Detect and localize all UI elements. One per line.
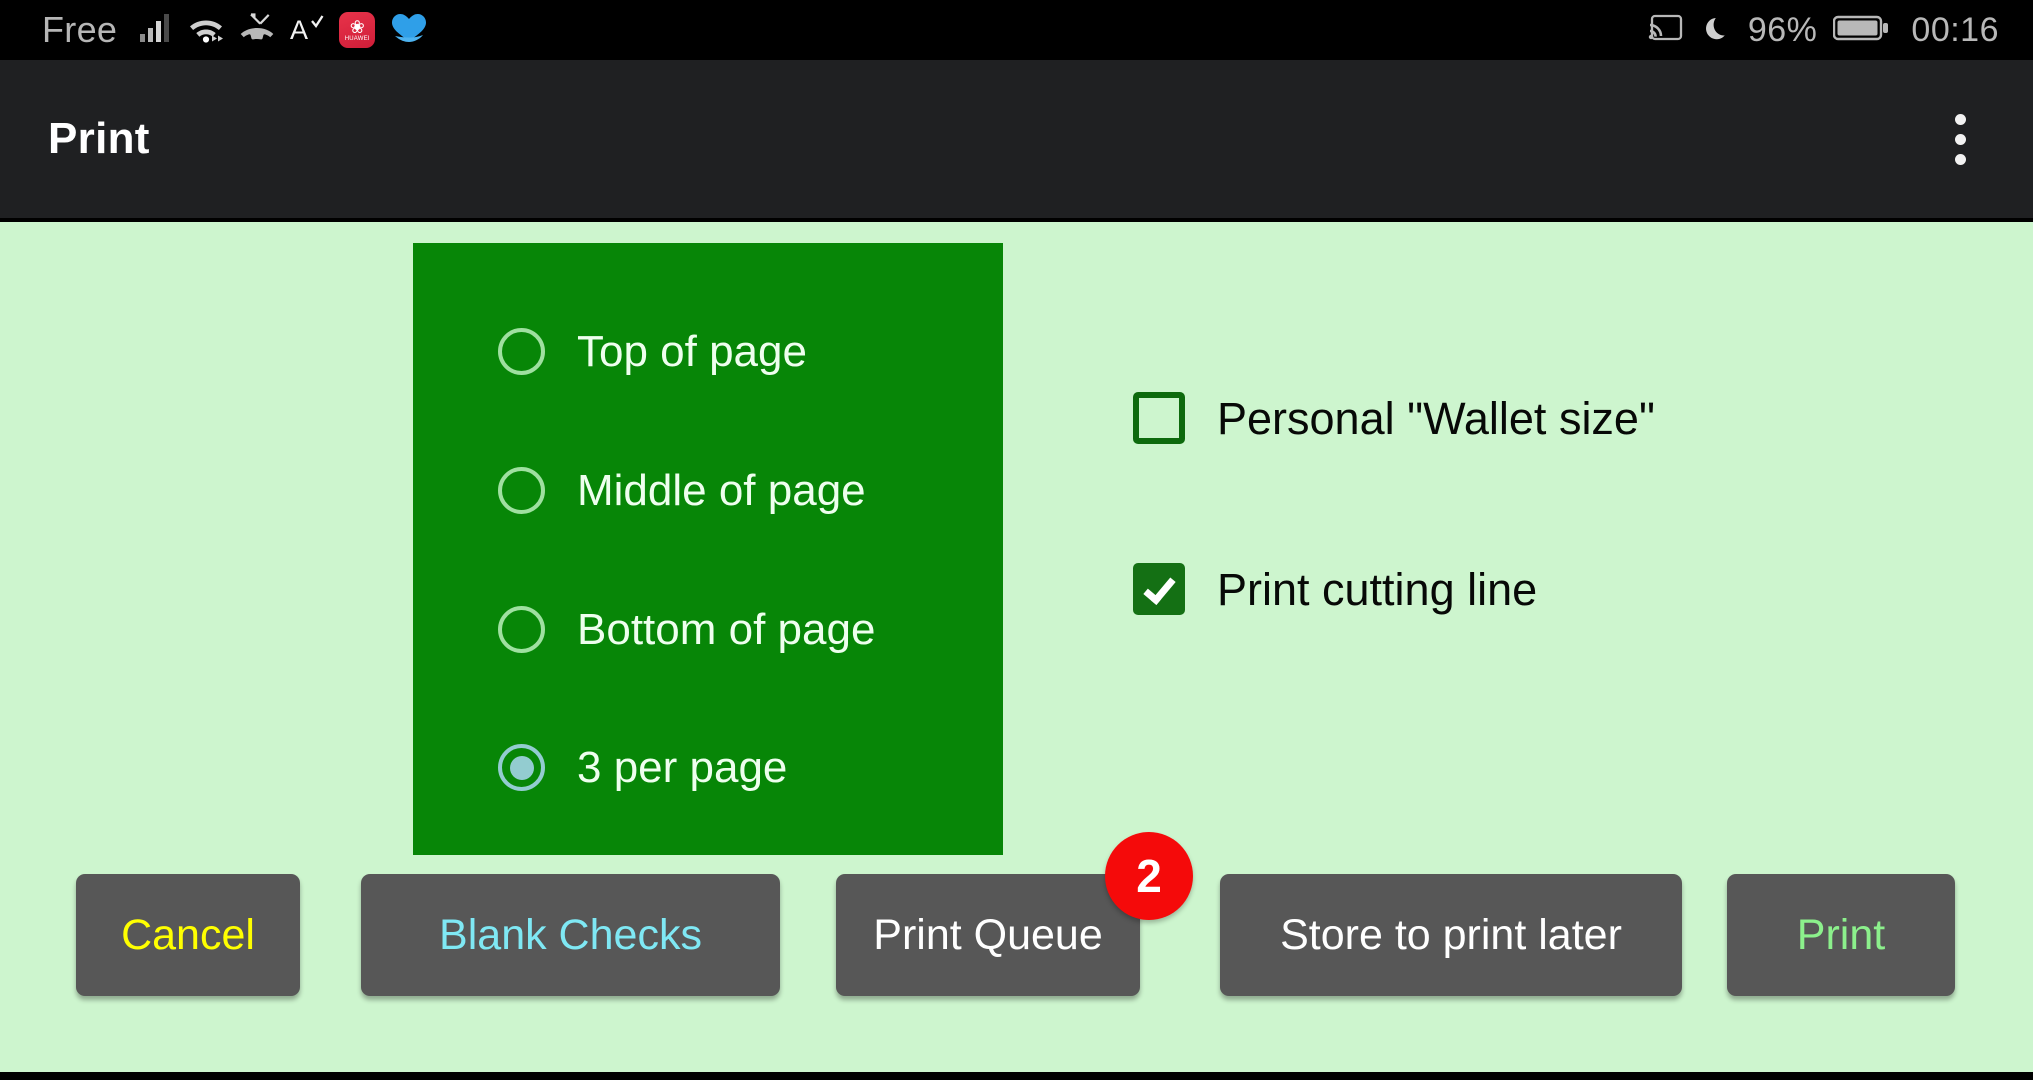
status-bar: Free A ❀ HUAWEI 96% 00:16 (0, 0, 2033, 60)
carrier-label: Free (42, 9, 118, 50)
checkbox-checked-icon (1133, 563, 1185, 615)
radio-option-middle-of-page[interactable]: Middle of page (498, 467, 866, 514)
huawei-app-icon: ❀ HUAWEI (339, 12, 376, 48)
overflow-dot (1954, 153, 1966, 165)
huawei-flower-mark: ❀ (349, 17, 365, 37)
placement-radio-group: Top of page Middle of page Bottom of pag… (413, 243, 1003, 855)
radio-label: Top of page (577, 326, 807, 376)
do-not-disturb-moon-icon (1700, 12, 1732, 49)
phone-screen: Free A ❀ HUAWEI 96% 00:16 Print Top of p… (0, 0, 2033, 1080)
status-bar-left-group: Free A ❀ HUAWEI (42, 12, 429, 49)
store-to-print-later-button[interactable]: Store to print later (1220, 874, 1682, 996)
print-queue-count-badge: 2 (1105, 832, 1193, 920)
radio-option-top-of-page[interactable]: Top of page (498, 328, 807, 375)
signal-bars-icon (139, 13, 173, 48)
checkbox-personal-wallet-size[interactable]: Personal "Wallet size" (1133, 392, 1655, 444)
app-bar: Print (0, 60, 2033, 218)
status-bar-clock: 00:16 (1911, 11, 1999, 49)
print-queue-button[interactable]: Print Queue (836, 874, 1140, 996)
battery-icon (1833, 13, 1889, 48)
page-title: Print (48, 114, 150, 163)
huawei-wordmark: HUAWEI (344, 36, 370, 42)
checkbox-print-cutting-line[interactable]: Print cutting line (1133, 563, 1537, 615)
print-button[interactable]: Print (1727, 874, 1955, 996)
radio-circle-icon (498, 467, 545, 514)
missed-call-icon (239, 12, 275, 48)
radio-option-bottom-of-page[interactable]: Bottom of page (498, 606, 875, 653)
checkbox-unchecked-icon (1133, 392, 1185, 444)
radio-circle-icon (498, 328, 545, 375)
checkbox-label: Personal "Wallet size" (1217, 392, 1655, 444)
overflow-dot (1954, 133, 1966, 145)
wifi-icon (187, 13, 225, 48)
bottom-edge-strip (0, 1072, 2033, 1080)
radio-option-3-per-page[interactable]: 3 per page (498, 744, 787, 791)
cancel-button[interactable]: Cancel (76, 874, 300, 996)
radio-circle-icon (498, 606, 545, 653)
checkbox-label: Print cutting line (1217, 563, 1538, 615)
cast-icon (1648, 13, 1684, 48)
battery-percentage: 96% (1747, 11, 1818, 49)
svg-text:A: A (290, 15, 308, 44)
status-bar-right-group: 96% 00:16 (1648, 12, 1999, 49)
radio-label: Middle of page (577, 465, 866, 515)
blank-checks-button[interactable]: Blank Checks (361, 874, 780, 996)
overflow-menu-icon[interactable] (1923, 89, 1997, 189)
print-options-content: Top of page Middle of page Bottom of pag… (0, 222, 2033, 1072)
radio-label: 3 per page (577, 742, 788, 792)
accessibility-a-icon: A (289, 12, 325, 49)
radio-circle-selected-icon (498, 744, 545, 791)
blue-heart-icon (389, 12, 429, 49)
radio-label: Bottom of page (577, 604, 876, 654)
overflow-dot (1954, 113, 1966, 125)
